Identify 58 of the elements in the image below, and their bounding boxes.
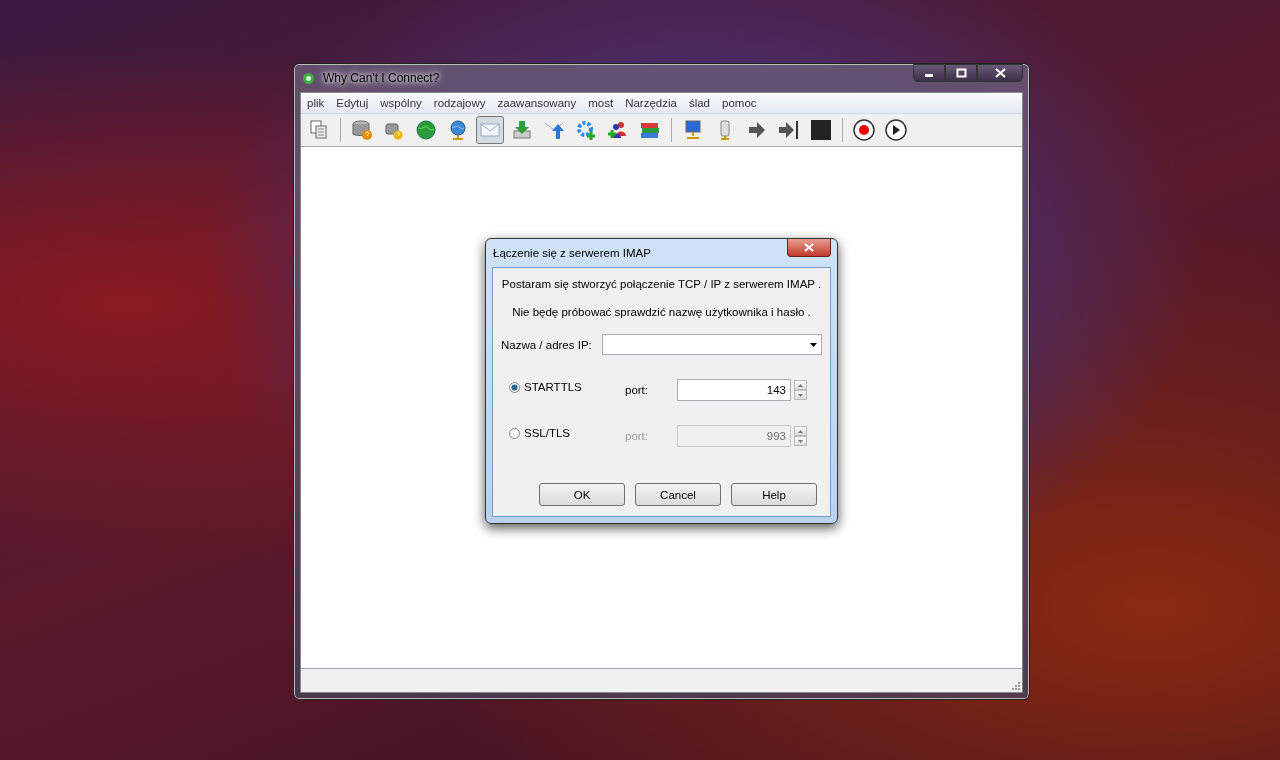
info-text: Postaram się stworzyć połączenie TCP / IP z serwerem IMAP . <box>501 278 822 290</box>
port-label: port: <box>625 430 649 442</box>
monitor-icon <box>682 119 704 141</box>
menu-item[interactable]: Edytuj <box>330 97 375 109</box>
gear-icon <box>575 119 597 141</box>
radio-icon <box>509 427 520 439</box>
globe-icon <box>415 119 437 141</box>
spin-up-button[interactable] <box>794 380 807 390</box>
port-label: port: <box>625 384 649 396</box>
down-arrow-icon <box>798 393 803 397</box>
close-button[interactable] <box>787 239 831 257</box>
close-button[interactable] <box>977 64 1023 82</box>
radio-button[interactable]: SSL/TLS <box>509 427 571 439</box>
menu-item[interactable]: ślad <box>682 97 717 109</box>
maximize-button[interactable] <box>945 64 977 82</box>
dialog-button[interactable]: OK <box>539 483 625 506</box>
radio-icon <box>509 381 520 393</box>
stop-icon <box>810 119 832 141</box>
arrow-icon <box>746 119 768 141</box>
menu-item[interactable]: pomoc <box>716 97 763 109</box>
radio-button[interactable]: STARTTLS <box>509 381 582 393</box>
menu-item[interactable]: Narzędzia <box>619 97 683 109</box>
up-arrow-icon <box>798 429 803 433</box>
spin-down-button[interactable] <box>794 390 807 400</box>
users-icon <box>607 119 629 141</box>
toolbar-button[interactable] <box>882 116 910 144</box>
download-icon <box>511 119 533 141</box>
down-arrow-icon <box>798 439 803 443</box>
maximize-icon <box>955 68 967 78</box>
host-combobox[interactable] <box>601 334 822 355</box>
dropdown-caret-icon <box>810 342 817 347</box>
window-title: Why Can't I Connect? <box>323 71 440 85</box>
host-label: Nazwa / adres IP: <box>501 338 592 351</box>
spin-up-button[interactable] <box>794 426 807 436</box>
play-icon <box>885 119 907 141</box>
minimize-button[interactable] <box>913 64 945 82</box>
arrow-bar-icon <box>778 119 800 141</box>
dialog-button[interactable]: Help <box>731 483 817 506</box>
close-icon <box>804 243 814 252</box>
database-icon <box>351 119 373 141</box>
menu-item[interactable]: most <box>582 97 620 109</box>
menu-item[interactable]: plik <box>301 97 331 109</box>
info-text: Nie będę próbować sprawdzić nazwę użytkownika i hasło . <box>511 306 812 318</box>
documents-icon <box>308 119 330 141</box>
resize-grip-icon[interactable] <box>1011 681 1021 691</box>
record-icon <box>853 119 875 141</box>
app-icon <box>302 71 315 85</box>
dialog-title: Łączenie się z serwerem IMAP <box>493 247 651 259</box>
menu-item[interactable]: zaawansowany <box>491 97 583 109</box>
toolbar-button[interactable] <box>850 116 878 144</box>
spin-down-button[interactable] <box>794 436 807 446</box>
up-arrow-icon <box>798 383 803 387</box>
dialog-button[interactable]: Cancel <box>635 483 721 506</box>
menu-item[interactable]: rodzajowy <box>427 97 492 109</box>
port-field[interactable]: 143 <box>677 379 791 401</box>
globe-icon <box>447 119 469 141</box>
menu-item[interactable]: wspólny <box>374 97 428 109</box>
close-icon <box>994 68 1006 78</box>
